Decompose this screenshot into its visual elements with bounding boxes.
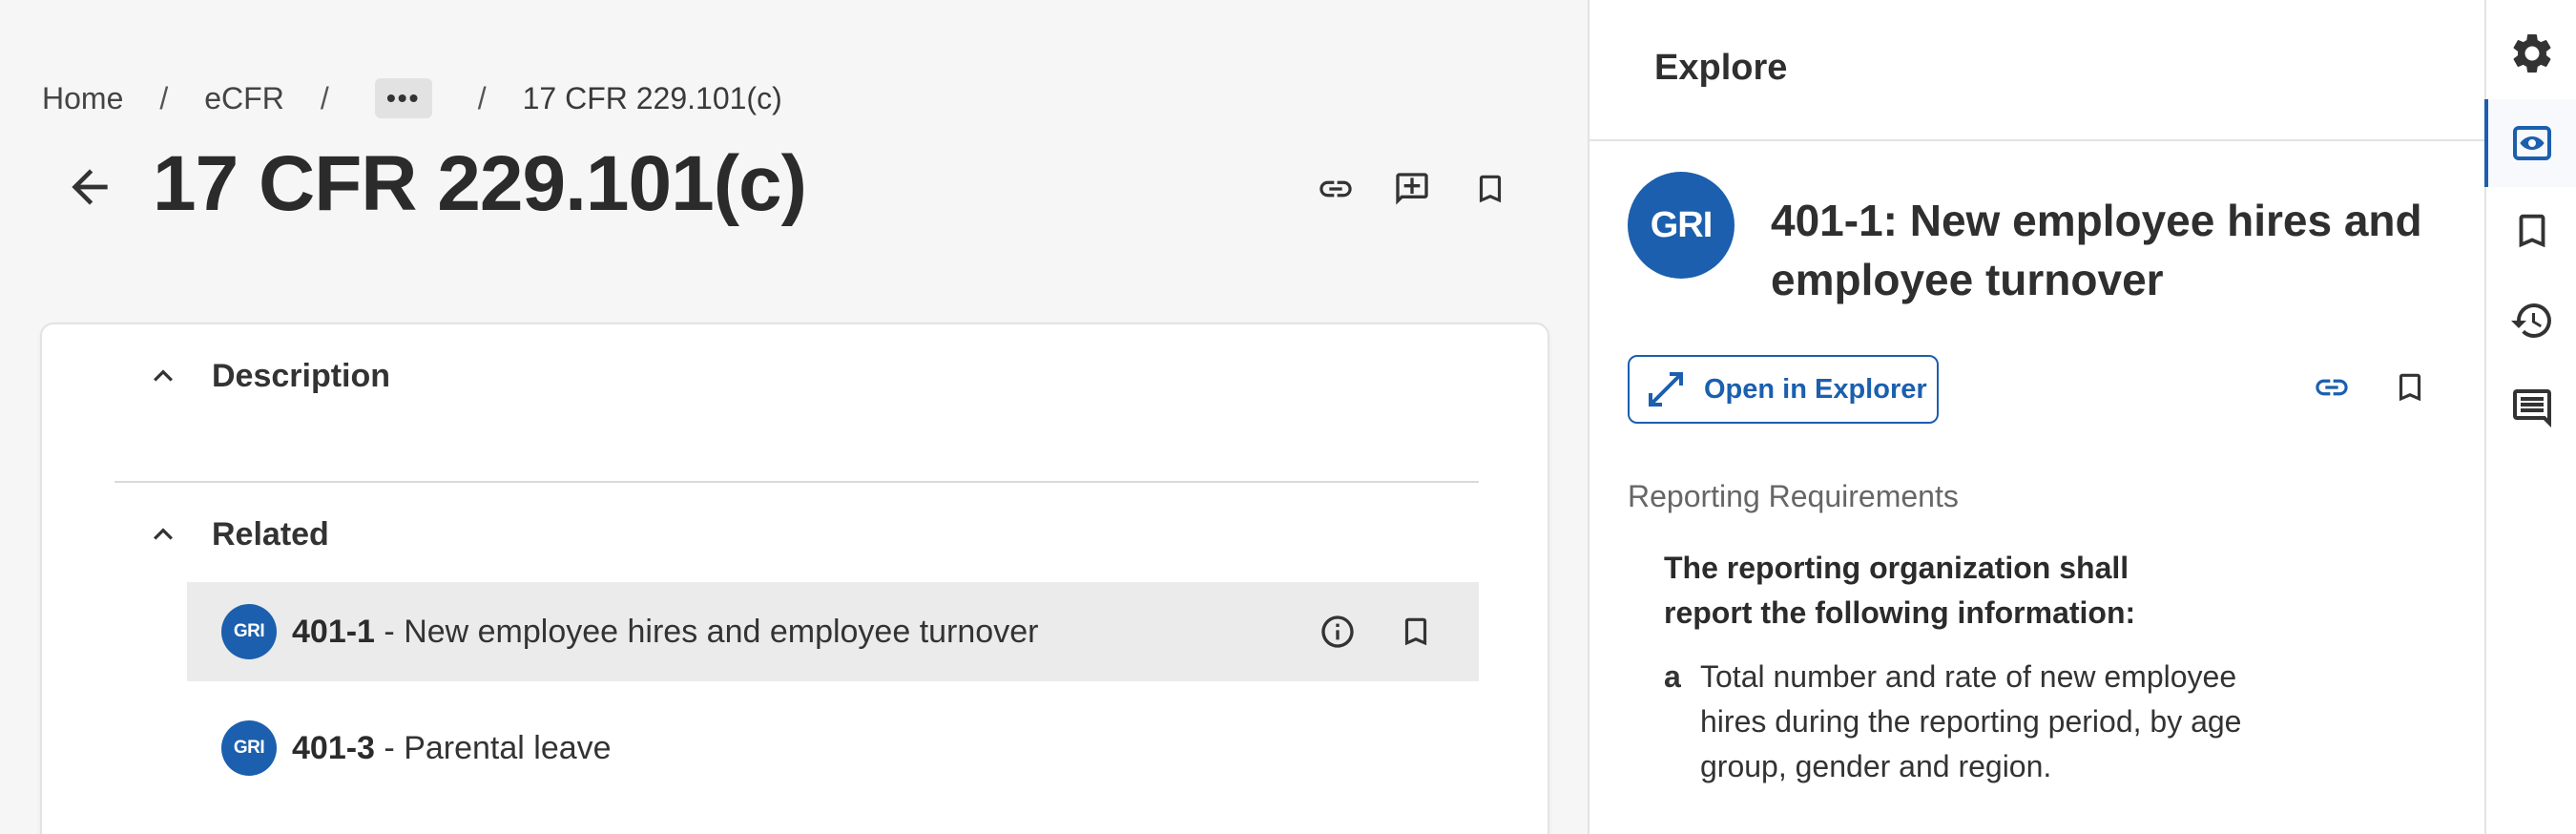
back-button[interactable] [55, 153, 124, 221]
history-icon [2511, 303, 2551, 338]
related-item-401-3[interactable]: GRI 401-3 - Parental leave [187, 698, 1479, 798]
gri-logo: GRI [221, 720, 277, 776]
bookmark-icon [2519, 214, 2545, 248]
related-item-code: 401-1 [292, 613, 375, 650]
breadcrumb-separator: / [159, 80, 169, 115]
gri-logo: GRI [1628, 172, 1735, 279]
comment-icon [2513, 389, 2551, 427]
bookmark-button[interactable] [1460, 158, 1521, 219]
open-in-explorer-label: Open in Explorer [1704, 373, 1927, 405]
breadcrumb-home[interactable]: Home [42, 81, 123, 116]
related-item-code: 401-3 [292, 729, 375, 766]
add-note-button[interactable] [1381, 158, 1443, 219]
gri-logo: GRI [221, 604, 277, 659]
bookmarks-tab-button[interactable] [2486, 187, 2576, 275]
history-tab-button[interactable] [2486, 277, 2576, 365]
eye-icon [2513, 126, 2551, 160]
requirement-letter: a [1664, 659, 1681, 694]
breadcrumb-separator: / [477, 80, 487, 115]
description-section-toggle[interactable]: Description [137, 347, 390, 405]
expand-icon [1637, 361, 1694, 418]
bookmark-icon [1479, 175, 1502, 203]
info-icon [1321, 615, 1354, 648]
breadcrumb-more-button[interactable]: ••• [374, 78, 432, 118]
copy-link-button[interactable] [1305, 158, 1366, 219]
link-icon [2316, 379, 2348, 396]
bookmark-icon [1404, 617, 1427, 646]
related-section-toggle[interactable]: Related [137, 506, 329, 563]
panel-title: Explore [1654, 48, 1788, 88]
chevron-up-icon [137, 350, 189, 402]
settings-button[interactable] [2486, 10, 2576, 97]
content-card: Description Related GRI 401-1 - New empl… [40, 323, 1549, 834]
chevron-up-icon [137, 509, 189, 560]
open-in-explorer-button[interactable]: Open in Explorer [1628, 355, 1939, 424]
requirements-heading: Reporting Requirements [1628, 479, 1959, 513]
panel-divider [1589, 139, 2484, 141]
related-item-label: 401-3 - Parental leave [292, 730, 612, 767]
add-comment-icon [1396, 173, 1428, 205]
explore-panel: Explore GRI 401-1: New employee hires an… [1588, 0, 2484, 834]
breadcrumb-separator: / [320, 80, 329, 115]
related-item-separator: - [374, 729, 405, 766]
page-title: 17 CFR 229.101(c) [153, 140, 807, 227]
related-label: Related [212, 515, 329, 553]
detail-title: 401-1: New employee hires and employee t… [1771, 196, 2422, 304]
related-item-separator: - [374, 613, 405, 650]
explore-tab-button[interactable] [2484, 99, 2576, 187]
related-bookmark-button[interactable] [1385, 601, 1446, 662]
breadcrumb-ecfr[interactable]: eCFR [204, 81, 284, 116]
bookmark-button[interactable] [2379, 357, 2441, 418]
comments-tab-button[interactable] [2486, 365, 2576, 452]
requirements-lead: The reporting organization shall report … [1664, 551, 2136, 630]
related-item-name: New employee hires and employee turnover [404, 613, 1039, 650]
requirement-text: Total number and rate of new employee hi… [1700, 659, 2242, 783]
gear-icon [2513, 34, 2551, 73]
breadcrumb-current: 17 CFR 229.101(c) [522, 80, 782, 115]
section-divider [114, 481, 1479, 483]
copy-link-button[interactable] [2301, 357, 2362, 418]
description-label: Description [212, 357, 391, 394]
requirement-item: a Total number and rate of new employee … [1664, 655, 2255, 789]
related-item-label: 401-1 - New employee hires and employee … [292, 614, 1038, 651]
icon-rail [2484, 0, 2576, 834]
related-item-401-1[interactable]: GRI 401-1 - New employee hires and emplo… [187, 582, 1479, 681]
link-icon [1319, 180, 1352, 198]
arrow-left-icon [72, 169, 108, 205]
related-item-name: Parental leave [404, 729, 612, 766]
info-button[interactable] [1307, 601, 1368, 662]
breadcrumb: Home / eCFR / ••• / 17 CFR 229.101(c) [42, 74, 782, 122]
main-pane: Home / eCFR / ••• / 17 CFR 229.101(c) 17… [0, 0, 1588, 834]
bookmark-icon [2399, 373, 2421, 402]
